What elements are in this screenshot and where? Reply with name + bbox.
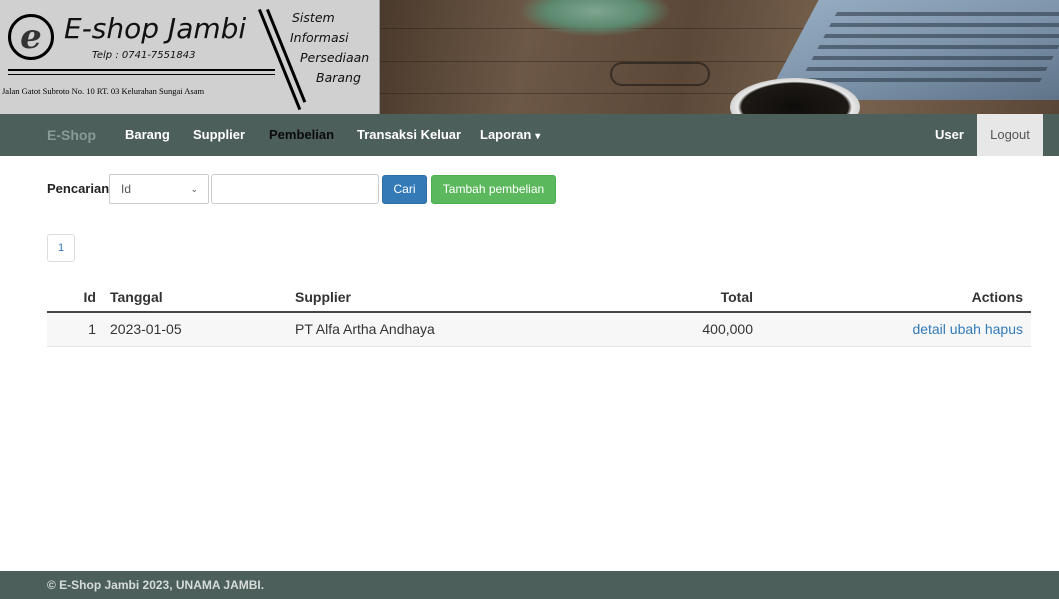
nav-item-supplier[interactable]: Supplier [193,114,245,156]
header-actions: Actions [971,289,1023,305]
search-button[interactable]: Cari [382,175,427,204]
search-label: Pencarian [47,181,110,196]
hapus-link[interactable]: hapus [985,321,1023,337]
footer: © E-Shop Jambi 2023, UNAMA JAMBI. [0,571,1059,599]
search-input[interactable] [211,174,379,204]
shop-logo: e E-shop Jambi Telp : 0741-7551843 Jalan… [0,0,380,114]
caret-down-icon: ▾ [535,131,541,142]
system-title-line: Persediaan [300,50,370,65]
cell-tanggal: 2023-01-05 [110,321,182,337]
header-total: Total [720,289,753,305]
header-tanggal: Tanggal [110,289,163,305]
nav-item-transaksi-keluar[interactable]: Transaksi Keluar [357,114,461,156]
chevron-down-icon: ⌄ [190,184,198,194]
shop-telp: Telp : 0741-7551843 [92,50,196,61]
logo-e-icon: e [8,14,54,60]
navbar: E-Shop Barang Supplier Pembelian Transak… [0,114,1059,156]
plant-decoration [520,0,670,36]
system-title-line: Barang [316,70,361,85]
cell-actions: detail ubah hapus [912,313,1023,346]
header-id: Id [83,289,96,305]
table-header: Id Tanggal Supplier Total Actions [47,282,1031,313]
detail-link[interactable]: detail [912,321,945,337]
nav-item-laporan-label: Laporan [480,127,532,142]
cell-total: 400,000 [702,321,753,337]
add-purchase-button[interactable]: Tambah pembelian [431,175,556,204]
pagination-page[interactable]: 1 [47,234,75,262]
shop-address: Jalan Gatot Subroto No. 10 RT. 03 Kelura… [2,86,205,96]
nav-brand[interactable]: E-Shop [47,114,96,156]
system-title-line: Informasi [290,30,349,45]
nav-item-laporan[interactable]: Laporan ▾ [480,114,540,156]
search-field-selected: Id [121,182,132,196]
nav-item-pembelian[interactable]: Pembelian [269,114,334,156]
header-supplier: Supplier [295,289,352,305]
nav-item-barang[interactable]: Barang [125,114,170,156]
ubah-link[interactable]: ubah [950,321,981,337]
cell-supplier: PT Alfa Artha Andhaya [295,321,435,337]
nav-user[interactable]: User [935,114,964,156]
glasses-decoration [610,62,710,86]
table-row: 1 2023-01-05 PT Alfa Artha Andhaya 400,0… [47,313,1031,347]
banner-desk-photo [380,0,1059,114]
header-banner: e E-shop Jambi Telp : 0741-7551843 Jalan… [0,0,1059,114]
system-title-line: Sistem [292,10,335,25]
footer-text: © E-Shop Jambi 2023, UNAMA JAMBI. [47,578,265,592]
search-field-select[interactable]: Id ⌄ [109,174,209,204]
cell-id: 1 [88,321,96,337]
logout-button[interactable]: Logout [977,114,1043,156]
purchase-table: Id Tanggal Supplier Total Actions 1 2023… [47,282,1031,347]
shop-name: E-shop Jambi [64,12,247,45]
